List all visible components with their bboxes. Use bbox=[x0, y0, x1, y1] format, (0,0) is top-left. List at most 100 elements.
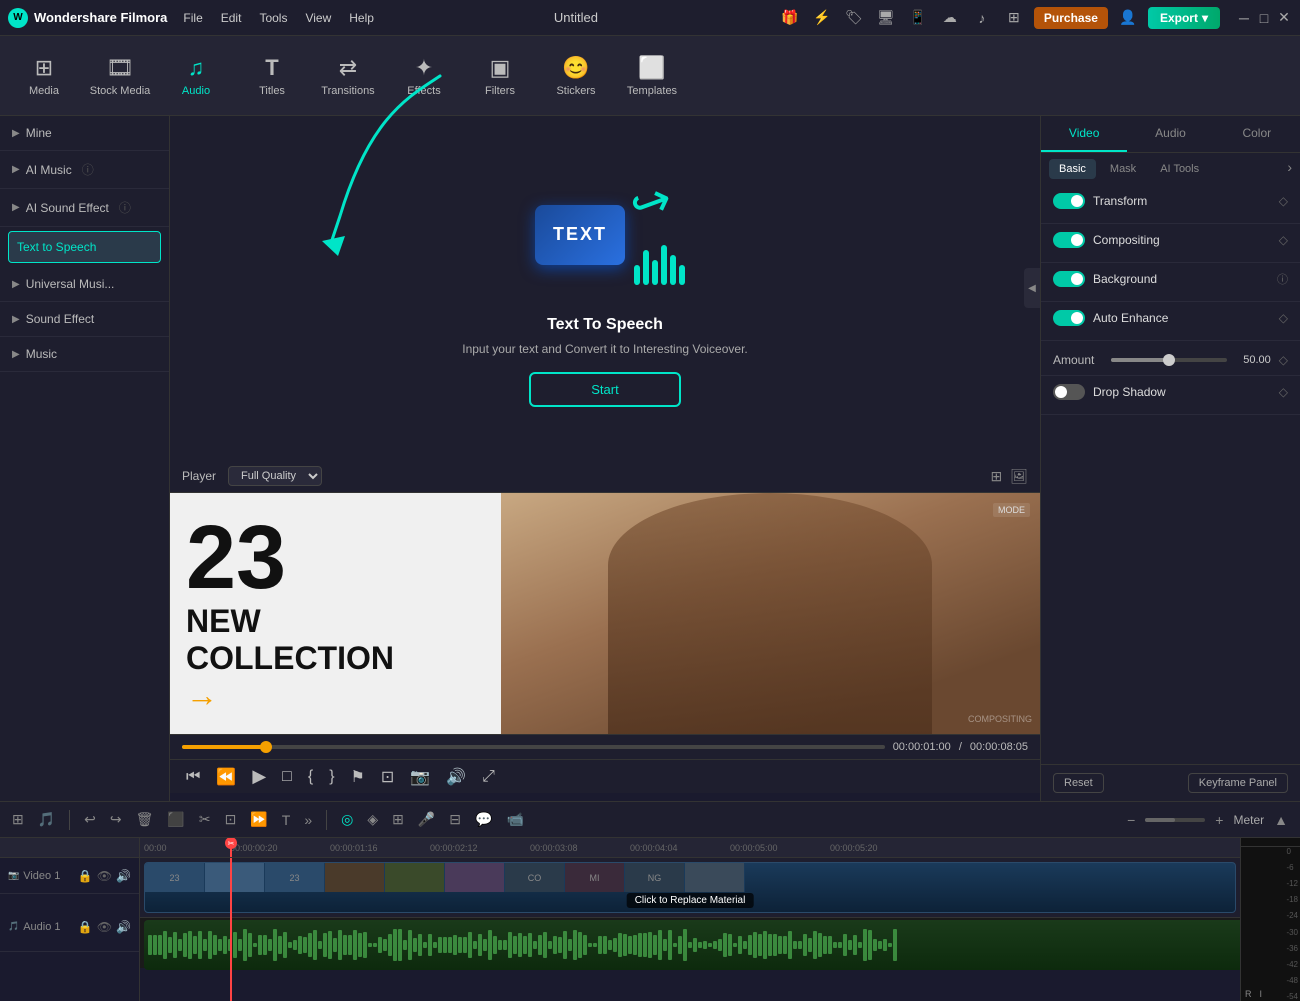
amount-keyframe-icon[interactable]: ◇ bbox=[1279, 353, 1288, 367]
menu-tools[interactable]: Tools bbox=[259, 11, 287, 25]
track1-volume-icon[interactable]: 🔊 bbox=[116, 869, 131, 883]
fullscreen-button[interactable]: ⤢ bbox=[478, 766, 499, 788]
amount-slider[interactable] bbox=[1111, 358, 1227, 362]
compositing-keyframe-icon[interactable]: ◇ bbox=[1279, 233, 1288, 247]
tl-snap-icon[interactable]: ◎ bbox=[337, 809, 357, 830]
volume-button[interactable]: 🔊 bbox=[442, 765, 470, 789]
tab-color[interactable]: Color bbox=[1214, 116, 1300, 152]
timeline-ruler[interactable]: 00:00 00:00:00:20 00:00:01:16 00:00:02:1… bbox=[140, 838, 1240, 858]
track2-eye-icon[interactable]: 👁 bbox=[97, 920, 112, 934]
zoom-out-icon[interactable]: − bbox=[1123, 810, 1139, 830]
safe-zone-button[interactable]: ⊡ bbox=[377, 765, 398, 789]
close-button[interactable]: ✕ bbox=[1276, 10, 1292, 26]
snapshot-button[interactable]: 📷 bbox=[406, 765, 434, 789]
panel-collapse-button[interactable]: ◀ bbox=[1024, 268, 1040, 308]
track2-lock-icon[interactable]: 🔒 bbox=[78, 920, 93, 934]
badge-icon[interactable]: 🏷 bbox=[842, 6, 866, 30]
tl-more-icon[interactable]: » bbox=[300, 810, 316, 830]
flag-button[interactable]: ⚑ bbox=[347, 765, 369, 789]
user-avatar[interactable]: 👤 bbox=[1116, 6, 1140, 30]
gift-icon[interactable]: 🎁 bbox=[778, 6, 802, 30]
toolbar-titles[interactable]: T Titles bbox=[236, 40, 308, 112]
tl-scenes-icon[interactable]: ⊞ bbox=[8, 809, 28, 830]
menu-file[interactable]: File bbox=[183, 11, 202, 25]
quality-select[interactable]: Full Quality 1/2 Quality 1/4 Quality bbox=[228, 466, 322, 486]
background-toggle[interactable] bbox=[1053, 271, 1085, 287]
grid-view-icon[interactable]: ⊞ bbox=[990, 468, 1002, 485]
toolbar-effects[interactable]: ✦ Effects bbox=[388, 40, 460, 112]
export-button[interactable]: Export ▾ bbox=[1148, 7, 1220, 29]
auto-enhance-toggle[interactable] bbox=[1053, 310, 1085, 326]
drop-shadow-toggle[interactable] bbox=[1053, 384, 1085, 400]
click-replace-label[interactable]: Click to Replace Material bbox=[627, 893, 754, 908]
track2-volume-icon[interactable]: 🔊 bbox=[116, 920, 131, 934]
toolbar-stickers[interactable]: 😊 Stickers bbox=[540, 40, 612, 112]
menu-view[interactable]: View bbox=[305, 11, 331, 25]
mark-out-button[interactable]: } bbox=[325, 766, 338, 788]
timeline-knob[interactable] bbox=[260, 741, 272, 753]
tl-marker-icon[interactable]: ⊟ bbox=[445, 809, 465, 830]
step-back-button[interactable]: ⏪ bbox=[212, 765, 240, 789]
zoom-in-icon[interactable]: + bbox=[1211, 810, 1227, 830]
tl-audio-icon[interactable]: 🎵 bbox=[34, 809, 59, 830]
tl-ripple-icon[interactable]: ◈ bbox=[363, 809, 382, 830]
purchase-button[interactable]: Purchase bbox=[1034, 7, 1108, 29]
tab-video[interactable]: Video bbox=[1041, 116, 1127, 152]
sidebar-item-music[interactable]: ▶ Music bbox=[0, 337, 169, 372]
toolbar-filters[interactable]: ▣ Filters bbox=[464, 40, 536, 112]
sidebar-item-mine[interactable]: ▶ Mine bbox=[0, 116, 169, 151]
track1-eye-icon[interactable]: 👁 bbox=[97, 869, 112, 883]
tl-undo-icon[interactable]: ↩ bbox=[80, 809, 100, 830]
tl-trim-icon[interactable]: ⊡ bbox=[221, 809, 241, 830]
sidebar-item-ai-music[interactable]: ▶ AI Music ⓘ bbox=[0, 151, 169, 189]
tl-video-icon[interactable]: 📹 bbox=[502, 809, 527, 830]
drop-shadow-keyframe-icon[interactable]: ◇ bbox=[1279, 385, 1288, 399]
music-icon[interactable]: ♪ bbox=[970, 6, 994, 30]
cloud-icon[interactable]: ☁ bbox=[938, 6, 962, 30]
tts-start-button[interactable]: Start bbox=[529, 372, 680, 407]
speedometer-icon[interactable]: ⚡ bbox=[810, 6, 834, 30]
tl-copy-icon[interactable]: ⬛ bbox=[163, 809, 188, 830]
subtab-basic[interactable]: Basic bbox=[1049, 159, 1096, 179]
sidebar-item-sound-effect[interactable]: ▶ Sound Effect bbox=[0, 302, 169, 337]
photo-icon[interactable]: 🖼 bbox=[1010, 468, 1028, 485]
subtab-mask[interactable]: Mask bbox=[1100, 159, 1146, 179]
more-subtabs-icon[interactable]: › bbox=[1287, 159, 1292, 179]
amount-knob[interactable] bbox=[1163, 354, 1175, 366]
transform-toggle[interactable] bbox=[1053, 193, 1085, 209]
phone-icon[interactable]: 📱 bbox=[906, 6, 930, 30]
keyframe-panel-button[interactable]: Keyframe Panel bbox=[1188, 773, 1288, 793]
sidebar-item-ai-sound-effect[interactable]: ▶ AI Sound Effect ⓘ bbox=[0, 189, 169, 227]
menu-help[interactable]: Help bbox=[349, 11, 374, 25]
timeline-scrubber[interactable] bbox=[182, 745, 885, 749]
monitor-icon[interactable]: 🖥 bbox=[874, 6, 898, 30]
audio-clip-1[interactable] bbox=[144, 920, 1240, 970]
background-info-icon[interactable]: ⓘ bbox=[1277, 271, 1288, 287]
zoom-slider[interactable] bbox=[1145, 818, 1205, 822]
mark-in-button[interactable]: { bbox=[304, 766, 317, 788]
menu-edit[interactable]: Edit bbox=[221, 11, 242, 25]
play-button[interactable]: ▶ bbox=[248, 764, 270, 789]
subtab-ai-tools[interactable]: AI Tools bbox=[1150, 159, 1209, 179]
sidebar-item-text-to-speech[interactable]: Text to Speech bbox=[8, 231, 161, 263]
meter-chevron-icon[interactable]: ▲ bbox=[1270, 810, 1292, 830]
maximize-button[interactable]: □ bbox=[1256, 10, 1272, 26]
playhead[interactable]: ✂ bbox=[230, 838, 232, 857]
grid-icon[interactable]: ⊞ bbox=[1002, 6, 1026, 30]
auto-enhance-keyframe-icon[interactable]: ◇ bbox=[1279, 311, 1288, 325]
toolbar-media[interactable]: ⊞ Media bbox=[8, 40, 80, 112]
tl-speed-icon[interactable]: ⏩ bbox=[246, 809, 271, 830]
minimize-button[interactable]: ─ bbox=[1236, 10, 1252, 26]
meter-button[interactable]: Meter bbox=[1233, 813, 1264, 827]
tl-cut-icon[interactable]: ✂ bbox=[195, 809, 215, 830]
toolbar-stock-media[interactable]: 🎞 Stock Media bbox=[84, 40, 156, 112]
video-clip-1[interactable]: 23 23 CO MI NG Click to Replace Material bbox=[144, 862, 1236, 913]
rewind-button[interactable]: ⏮ bbox=[182, 766, 204, 788]
sidebar-item-universal-music[interactable]: ▶ Universal Musi... bbox=[0, 267, 169, 302]
player-video[interactable]: 23 NEW COLLECTION → COMPOSITING bbox=[170, 493, 1040, 734]
tl-delete-icon[interactable]: 🗑 bbox=[132, 809, 158, 830]
tl-mic-icon[interactable]: 🎤 bbox=[414, 809, 439, 830]
track1-lock-icon[interactable]: 🔒 bbox=[78, 869, 93, 883]
tab-audio[interactable]: Audio bbox=[1127, 116, 1213, 152]
compositing-toggle[interactable] bbox=[1053, 232, 1085, 248]
